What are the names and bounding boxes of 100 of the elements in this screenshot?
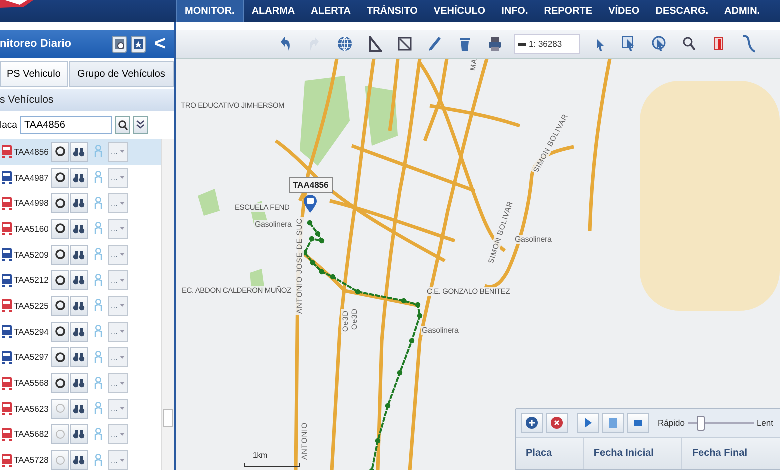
person-icon xyxy=(94,145,102,158)
actions-dropdown[interactable]: ... xyxy=(108,193,128,214)
favorites-button[interactable] xyxy=(131,36,146,52)
scroll-thumb[interactable] xyxy=(163,409,173,427)
search-button[interactable] xyxy=(115,116,130,134)
locate-button[interactable] xyxy=(51,322,69,342)
actions-dropdown[interactable]: ... xyxy=(108,424,128,444)
nav-tab[interactable]: MONITOR. xyxy=(176,0,244,22)
actions-dropdown[interactable]: ... xyxy=(108,450,128,470)
binoculars-button[interactable] xyxy=(70,270,88,290)
binoculars-button[interactable] xyxy=(70,450,88,470)
person-icon xyxy=(94,196,102,210)
caret-icon xyxy=(120,432,125,436)
settings-icon xyxy=(114,38,126,50)
binoculars-button[interactable] xyxy=(70,193,88,214)
vehicle-plate: TAA5212 xyxy=(14,275,50,286)
locate-button[interactable] xyxy=(51,244,69,265)
binoculars-button[interactable] xyxy=(70,398,88,419)
nav-tab[interactable]: ADMIN. xyxy=(716,0,768,22)
plate-field[interactable]: TAA4856 xyxy=(20,116,112,134)
panel-tab[interactable]: PS Vehiculo xyxy=(0,61,68,87)
pause-button[interactable] xyxy=(602,413,624,433)
binoculars-button[interactable] xyxy=(70,244,88,265)
actions-dropdown[interactable]: ... xyxy=(108,322,128,342)
binoculars-button[interactable] xyxy=(70,373,88,394)
vehicle-row[interactable]: TAA4987 ... xyxy=(0,164,161,190)
stop-button[interactable] xyxy=(627,413,649,433)
locate-button[interactable] xyxy=(51,218,69,239)
binoculars-button[interactable] xyxy=(70,168,88,188)
vehicle-row[interactable]: TAA5297 ... xyxy=(0,344,161,370)
area-icon xyxy=(398,36,412,52)
nav-tab[interactable]: INFO. xyxy=(494,0,536,22)
actions-dropdown[interactable]: ... xyxy=(108,168,128,188)
person-icon xyxy=(94,402,102,416)
binoculars-button[interactable] xyxy=(70,296,88,316)
binoculars-icon xyxy=(73,146,85,157)
actions-dropdown[interactable]: ... xyxy=(108,270,128,290)
column-header[interactable]: Placa xyxy=(516,438,584,469)
add-button[interactable] xyxy=(521,413,543,433)
actions-dropdown[interactable]: ... xyxy=(108,373,128,394)
vehicle-row[interactable]: TAA5623 ... xyxy=(0,396,161,422)
speed-slider[interactable] xyxy=(688,416,754,430)
vehicle-row[interactable]: TAA5209 ... xyxy=(0,242,161,268)
settings-button[interactable] xyxy=(112,36,128,52)
nav-tab[interactable]: VEHÍCULO xyxy=(426,0,494,22)
vehicle-row[interactable]: TAA4998 ... xyxy=(0,190,161,216)
vehicle-row[interactable]: TAA5568 ... xyxy=(0,370,161,396)
vehicle-row[interactable]: TAA5294 ... xyxy=(0,318,161,344)
place-label: Gasolinera xyxy=(421,326,460,335)
person-icon xyxy=(94,376,102,390)
nav-tab[interactable]: TRÁNSITO xyxy=(358,0,426,22)
slider-thumb[interactable] xyxy=(696,416,705,431)
play-icon xyxy=(584,418,592,428)
locate-button[interactable] xyxy=(51,270,69,290)
circle-icon xyxy=(54,428,66,440)
remove-button[interactable] xyxy=(546,413,568,433)
binoculars-button[interactable] xyxy=(70,142,88,162)
binoculars-button[interactable] xyxy=(70,424,88,444)
circle-icon xyxy=(54,352,66,363)
vehicle-row[interactable]: TAA5225 ... xyxy=(0,293,161,319)
locate-button[interactable] xyxy=(51,168,69,188)
vehicle-row[interactable]: TAA5682 ... xyxy=(0,422,161,448)
nav-tab[interactable]: REPORTE xyxy=(536,0,601,22)
scrollbar[interactable] xyxy=(161,139,174,470)
binoculars-button[interactable] xyxy=(70,218,88,239)
actions-dropdown[interactable]: ... xyxy=(108,347,128,368)
vehicle-row[interactable]: TAA4856 ... xyxy=(0,139,161,165)
nav-tab[interactable]: ALERTA xyxy=(303,0,359,22)
caret-icon xyxy=(120,278,125,282)
document-star-icon xyxy=(133,38,144,50)
circle-icon xyxy=(54,326,66,338)
locate-button[interactable] xyxy=(51,296,69,316)
vehicle-row[interactable]: TAA5728 ... xyxy=(0,447,161,470)
play-button[interactable] xyxy=(577,413,599,433)
column-header[interactable]: Fecha Final xyxy=(682,438,780,469)
nav-tab[interactable]: VÍDEO xyxy=(600,0,648,22)
locate-button[interactable] xyxy=(51,347,69,368)
vehicle-row[interactable]: TAA5212 ... xyxy=(0,267,161,294)
column-header[interactable]: Fecha Inicial xyxy=(584,438,682,469)
actions-dropdown[interactable]: ... xyxy=(108,296,128,316)
expand-button[interactable] xyxy=(133,116,148,134)
nav-tab[interactable]: ALARMA xyxy=(244,0,304,22)
binoculars-button[interactable] xyxy=(70,322,88,342)
locate-button[interactable] xyxy=(51,193,69,214)
actions-dropdown[interactable]: ... xyxy=(108,218,128,239)
locate-button[interactable] xyxy=(51,142,69,162)
panel-tab[interactable]: Grupo de Vehículos xyxy=(68,61,174,87)
actions-dropdown[interactable]: ... xyxy=(108,244,128,265)
locate-button[interactable] xyxy=(51,373,69,394)
vehicle-row[interactable]: TAA5160 ... xyxy=(0,216,161,242)
binoculars-icon xyxy=(73,404,85,414)
scale-field[interactable]: 1: 36283 xyxy=(514,34,580,54)
collapse-button[interactable]: < xyxy=(150,34,170,54)
actions-dropdown[interactable]: ... xyxy=(108,398,128,419)
ruler-icon xyxy=(368,36,382,52)
actions-dropdown[interactable]: ... xyxy=(108,142,128,162)
section-header: s Vehículos xyxy=(0,89,174,111)
binoculars-button[interactable] xyxy=(70,347,88,368)
nav-tab[interactable]: DESCARG. xyxy=(648,0,717,22)
vehicle-plate: TAA4998 xyxy=(14,198,50,208)
